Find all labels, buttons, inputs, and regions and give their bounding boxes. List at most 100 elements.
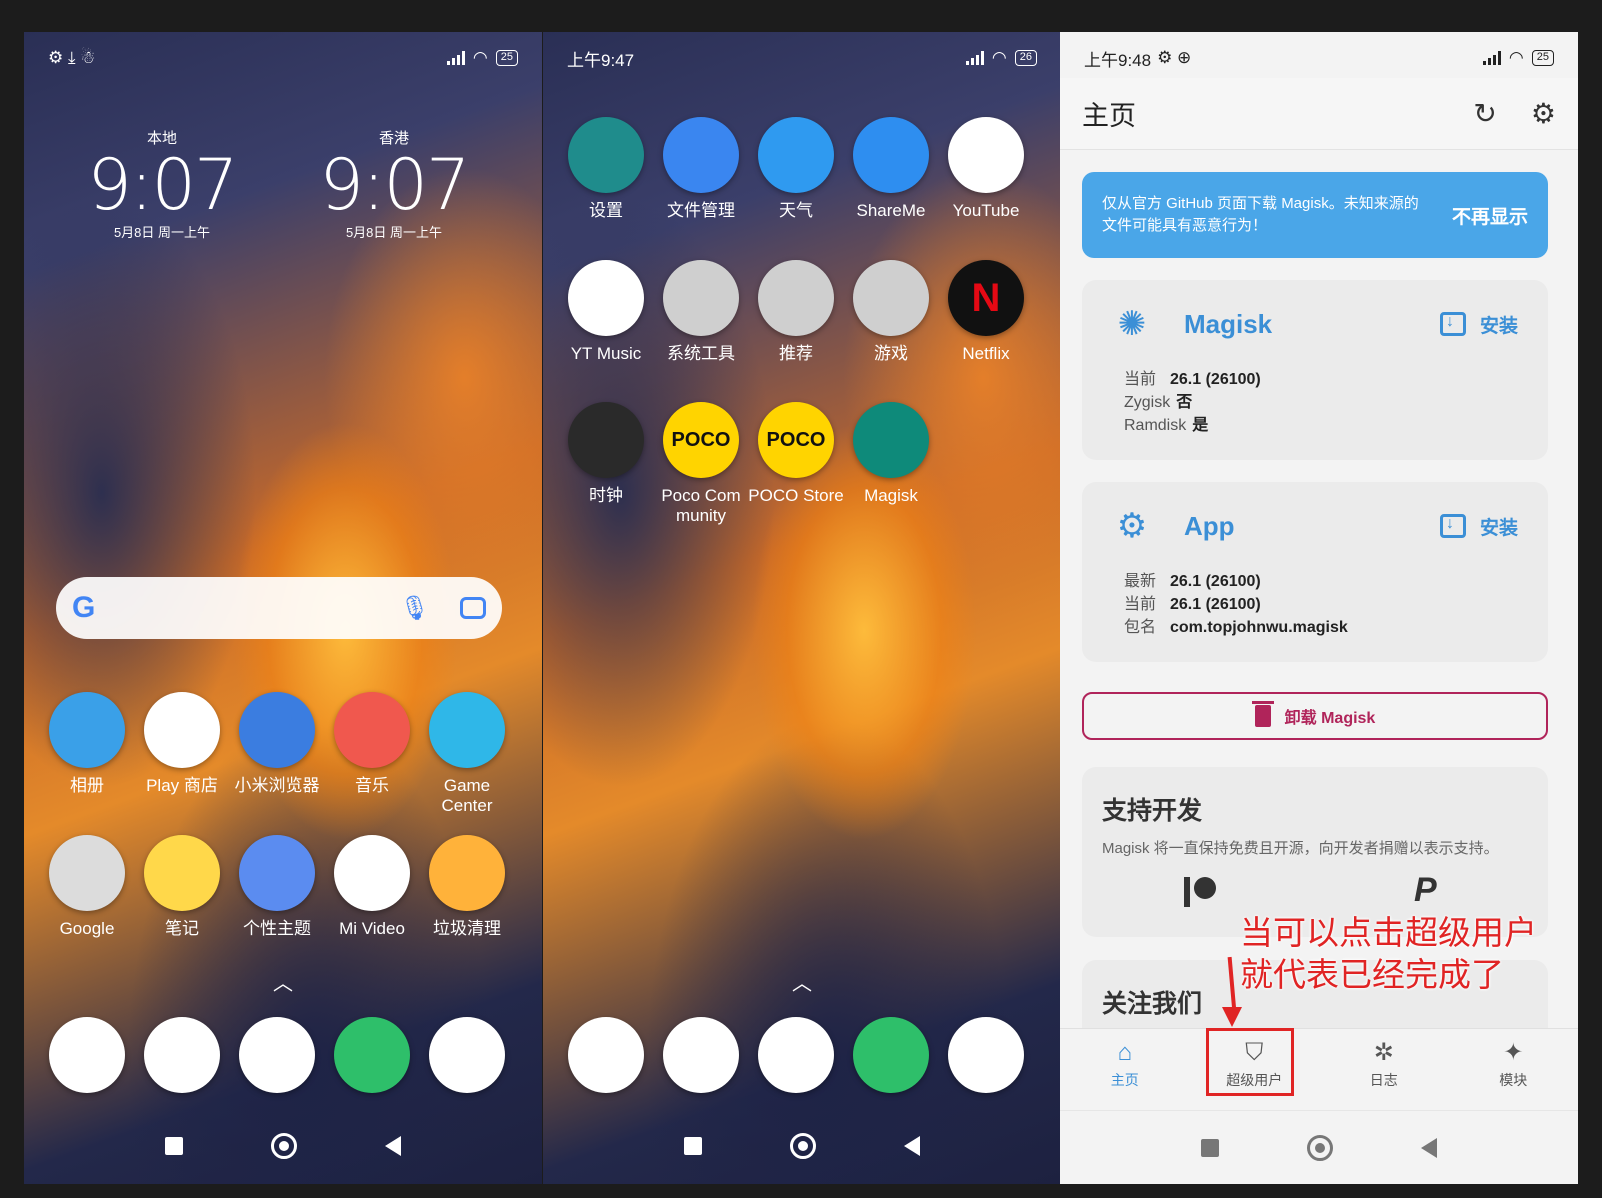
signal-icon [446, 51, 465, 65]
home-button[interactable] [790, 1133, 816, 1159]
system-tools-folder-icon [663, 260, 739, 336]
paypal-icon[interactable]: P [1414, 871, 1437, 910]
signal-icon [1482, 51, 1501, 65]
info-key: 最新 [1124, 573, 1157, 590]
app-chrome[interactable] [748, 1017, 844, 1101]
home-screen-1: ⚙ ⤓ ☃ ◠ 25 本地 9:07 5月8日 周一上午 香港 9:07 5月8… [24, 32, 542, 1184]
app-mi-video[interactable]: Mi Video [324, 835, 420, 939]
google-search-bar[interactable]: G 🎙 [56, 577, 502, 639]
status-time: 上午9:47 [567, 50, 635, 70]
dismiss-notice-button[interactable]: 不再显示 [1452, 202, 1528, 229]
app-chrome[interactable] [229, 1017, 325, 1101]
google-lens-icon[interactable] [460, 597, 486, 619]
phone-icon [49, 1017, 125, 1093]
uninstall-label: 卸载 Magisk [1284, 710, 1376, 727]
app-games-folder[interactable]: 游戏 [843, 260, 939, 364]
gear-icon[interactable]: ⚙ [1531, 97, 1556, 130]
patreon-icon[interactable] [1184, 875, 1218, 909]
app-settings[interactable]: 设置 [558, 117, 654, 221]
system-navbar [1060, 1110, 1578, 1184]
recents-button[interactable] [165, 1137, 183, 1155]
home-button[interactable] [1307, 1134, 1333, 1161]
card-title: Magisk [1184, 308, 1273, 339]
nav-modules[interactable]: ✦ 模块 [1449, 1029, 1579, 1100]
clock-widget-local[interactable]: 本地 9:07 5月8日 周一上午 [82, 127, 242, 241]
phone-icon [568, 1017, 644, 1093]
app-youtube[interactable]: YouTube [938, 117, 1034, 221]
app-label: 设置 [589, 201, 623, 220]
back-button[interactable] [904, 1136, 920, 1156]
recents-button[interactable] [1201, 1138, 1219, 1157]
info-key: 当前 [1124, 596, 1157, 613]
info-value: 否 [1176, 394, 1193, 411]
app-notes[interactable]: 笔记 [134, 835, 230, 939]
app-play-store[interactable]: Play 商店 [134, 692, 230, 796]
app-browser[interactable]: 小米浏览器 [229, 692, 325, 796]
games-folder-icon [853, 260, 929, 336]
back-button[interactable] [385, 1136, 401, 1156]
app-phone[interactable] [39, 1017, 135, 1101]
app-clock[interactable]: 时钟 [558, 402, 654, 506]
app-camera[interactable] [419, 1017, 515, 1101]
app-security[interactable] [324, 1017, 420, 1101]
app-magisk[interactable]: Magisk [843, 402, 939, 506]
cleaner-icon [429, 835, 505, 911]
app-label: 时钟 [589, 486, 623, 505]
app-file-manager[interactable]: 文件管理 [653, 117, 749, 221]
home-button[interactable] [271, 1133, 297, 1159]
app-gear-icon: ⚙ [1116, 507, 1148, 545]
card-title: App [1184, 510, 1235, 541]
nav-home[interactable]: ⌂ 主页 [1060, 1029, 1190, 1100]
app-system-tools-folder[interactable]: 系统工具 [653, 260, 749, 364]
app-weather[interactable]: 天气 [748, 117, 844, 221]
poco-store-icon: POCO [758, 402, 834, 478]
app-label: 个性主题 [243, 919, 311, 938]
signal-icon [965, 51, 984, 65]
microphone-icon[interactable]: 🎙 [400, 594, 430, 623]
status-bar: 上午9:48 ⚙ ⊕ ◠ 25 [1060, 44, 1578, 72]
app-card: ⚙ App 安装 最新 26.1 (26100) 当前 26.1 (26100) 包… [1082, 482, 1548, 662]
app-poco-store[interactable]: POCO POCO Store [748, 402, 844, 506]
battery-icon: 25 [1531, 50, 1554, 66]
weather-icon [758, 117, 834, 193]
back-button[interactable] [1421, 1137, 1437, 1158]
info-value: 26.1 (26100) [1170, 596, 1261, 613]
install-app-button[interactable]: 安装 [1439, 513, 1518, 540]
annotation-line: 当可以点击超级用户 [1240, 914, 1537, 951]
app-netflix[interactable]: N Netflix [938, 260, 1034, 364]
clock-widget-hongkong[interactable]: 香港 9:07 5月8日 周一上午 [314, 127, 474, 241]
app-poco-community[interactable]: POCO Poco Com munity [653, 402, 749, 526]
app-label: 文件管理 [667, 201, 735, 220]
app-music[interactable]: 音乐 [324, 692, 420, 796]
app-messages[interactable] [134, 1017, 230, 1101]
nav-label: 日志 [1369, 1071, 1398, 1088]
nav-logs[interactable]: ✲ 日志 [1319, 1029, 1449, 1100]
install-magisk-button[interactable]: 安装 [1439, 311, 1518, 338]
app-google-folder[interactable]: Google [39, 835, 135, 939]
app-phone[interactable] [558, 1017, 654, 1101]
app-label: Play 商店 [146, 776, 218, 795]
app-gallery[interactable]: 相册 [39, 692, 135, 796]
app-shareme[interactable]: ShareMe [843, 117, 939, 221]
status-bar: ⚙ ⤓ ☃ ◠ 25 [24, 44, 542, 72]
uninstall-magisk-button[interactable]: 卸载 Magisk [1082, 692, 1548, 740]
chevron-up-icon[interactable]: ︿ [273, 967, 293, 996]
app-themes[interactable]: 个性主题 [229, 835, 325, 939]
chevron-up-icon[interactable]: ︿ [792, 967, 812, 996]
support-description: Magisk 将一直保持免费且开源，向开发者捐赠以表示支持。 [1102, 840, 1499, 857]
battery-icon: 25 [495, 50, 518, 66]
highlight-box [1206, 1028, 1294, 1096]
app-cleaner[interactable]: 垃圾清理 [419, 835, 515, 939]
app-game-center[interactable]: Game Center [419, 692, 515, 816]
refresh-icon[interactable]: ↻ [1473, 97, 1496, 130]
app-security[interactable] [843, 1017, 939, 1101]
annotation-line: 就代表已经完成了 [1240, 956, 1504, 993]
messages-icon [663, 1017, 739, 1093]
app-recommend-folder[interactable]: 推荐 [748, 260, 844, 364]
app-yt-music[interactable]: YT Music [558, 260, 654, 364]
poco-community-icon: POCO [663, 402, 739, 478]
app-camera[interactable] [938, 1017, 1034, 1101]
magisk-logo-icon: ✺ [1117, 305, 1147, 343]
recents-button[interactable] [684, 1137, 702, 1155]
app-messages[interactable] [653, 1017, 749, 1101]
